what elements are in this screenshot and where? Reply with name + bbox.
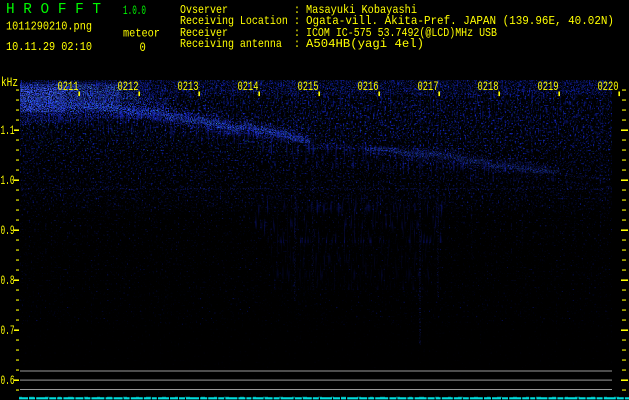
svg-text:0215: 0215 xyxy=(298,80,319,94)
svg-text:1.1: 1.1 xyxy=(1,123,15,138)
svg-text:0.8: 0.8 xyxy=(1,273,15,288)
svg-text:1.0.0: 1.0.0 xyxy=(123,4,146,18)
svg-text:0216: 0216 xyxy=(358,80,379,94)
svg-text:0219: 0219 xyxy=(538,80,559,94)
svg-text:0214: 0214 xyxy=(238,80,259,94)
svg-text:0.7: 0.7 xyxy=(1,323,15,338)
svg-text:meteor: meteor xyxy=(123,28,160,41)
svg-text:1011290210.png: 1011290210.png xyxy=(6,21,92,34)
svg-text:0212: 0212 xyxy=(118,80,139,94)
svg-text:1.0: 1.0 xyxy=(1,173,15,188)
svg-text:0: 0 xyxy=(140,41,146,55)
svg-text:0217: 0217 xyxy=(418,80,439,94)
svg-text:0.6: 0.6 xyxy=(1,373,15,388)
svg-text:kHz: kHz xyxy=(1,75,18,90)
svg-text:0211: 0211 xyxy=(58,80,79,94)
svg-text:Receiving antenna: Receiving antenna xyxy=(180,39,282,52)
svg-text:0213: 0213 xyxy=(178,80,199,94)
svg-text:A504HB(yagi 4el): A504HB(yagi 4el) xyxy=(306,39,424,52)
svg-text:H R O F F T: H R O F F T xyxy=(6,2,101,18)
svg-text:0218: 0218 xyxy=(478,80,499,94)
svg-text:0.9: 0.9 xyxy=(1,223,15,238)
svg-text:0220: 0220 xyxy=(598,80,619,94)
svg-text::: : xyxy=(294,39,300,52)
svg-text:10.11.29 02:10: 10.11.29 02:10 xyxy=(6,41,92,54)
